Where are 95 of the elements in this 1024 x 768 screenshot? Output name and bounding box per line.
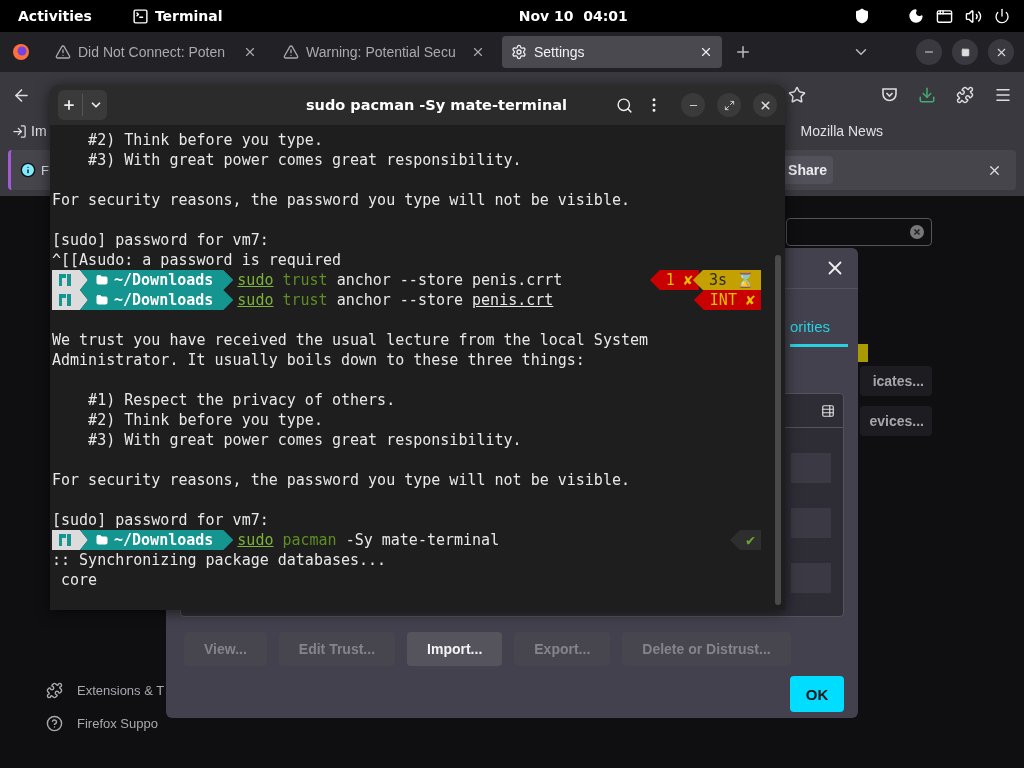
share-button[interactable]: Share (782, 156, 833, 184)
extensions-icon[interactable] (956, 86, 974, 104)
terminal-line: Administrator. It usually boils down to these three things: (52, 350, 586, 370)
new-tab-icon[interactable] (734, 43, 752, 61)
star-icon[interactable] (788, 86, 806, 104)
close-icon[interactable] (243, 45, 257, 59)
notification-text: F (41, 162, 49, 178)
scrollbar[interactable] (775, 255, 781, 605)
close-icon[interactable] (471, 45, 485, 59)
interrupt-segment: INT ✘ (693, 290, 761, 310)
browser-tab[interactable]: Warning: Potential Secu (274, 36, 494, 68)
menu-icon[interactable] (994, 86, 1012, 104)
app-menu[interactable]: Terminal (154, 8, 223, 24)
browser-tab[interactable]: Did Not Connect: Poten (46, 36, 266, 68)
minimize-button[interactable] (916, 39, 942, 65)
prompt-path: ~/Downloads (114, 290, 214, 310)
terminal-line: core (60, 570, 99, 590)
clear-icon[interactable] (909, 224, 925, 240)
terminal-line: #2) Think before you type. (87, 410, 324, 430)
command-keyword: sudo (237, 290, 274, 310)
terminal-line: We trust you have received the usual lecture from the local System (52, 330, 650, 350)
command-name: trust (282, 290, 328, 310)
terminal-line: #1) Respect the privacy of others. (87, 390, 397, 410)
bookmark[interactable]: Mozilla News (800, 123, 883, 139)
command-args: penis.crrt (472, 270, 563, 290)
distro-icon (59, 294, 71, 306)
command-args: anchor --store (336, 290, 464, 310)
terminal-line: For security reasons, the password you type will not be visible. (52, 190, 631, 210)
clock[interactable]: Nov 10 04:01 (448, 8, 628, 24)
download-icon[interactable] (918, 86, 936, 104)
command-name: trust (282, 270, 328, 290)
pocket-icon[interactable] (881, 87, 898, 103)
close-button[interactable] (988, 39, 1014, 65)
bookmark[interactable]: Im (12, 123, 47, 139)
terminal-line: ^[[Asudo: a password is required (52, 250, 342, 270)
distro-icon (59, 534, 71, 546)
activities-button[interactable]: Activities (18, 8, 92, 24)
close-icon[interactable] (699, 45, 713, 59)
success-segment: ✔ (729, 530, 761, 550)
sidebar-item[interactable]: Extensions & T (46, 682, 286, 699)
command-keyword: sudo (237, 530, 274, 550)
close-icon (758, 98, 772, 112)
window-title: sudo pacman -Sy mate-terminal (304, 97, 569, 113)
prompt-path: ~/Downloads (114, 270, 214, 290)
command-path: penis.crt (472, 290, 554, 310)
folder-icon (96, 534, 108, 546)
maximize-icon (723, 99, 735, 111)
terminal-line: [sudo] password for vm7: (52, 230, 270, 250)
moon-icon[interactable] (908, 8, 924, 24)
search-field[interactable] (786, 218, 932, 246)
warning-icon (55, 44, 71, 60)
help-icon (46, 715, 63, 732)
folder-icon (96, 294, 108, 306)
terminal-line: #3) With great power comes great responsibility. (87, 430, 523, 450)
sidebar-item[interactable]: Firefox Suppo (46, 715, 286, 732)
duration-segment: 3s ⌛ (692, 270, 761, 290)
plus-icon (62, 98, 76, 112)
import-icon (12, 123, 27, 139)
highlight-mark (858, 344, 868, 362)
power-icon[interactable] (994, 8, 1010, 24)
column-picker-icon[interactable] (821, 403, 835, 418)
shield-icon[interactable] (854, 8, 870, 24)
terminal-line: [sudo] password for vm7: (52, 510, 270, 530)
puzzle-icon (46, 682, 63, 699)
ok-button[interactable]: OK (790, 676, 844, 712)
terminal-line: #3) With great power comes great responsibility. (87, 150, 523, 170)
new-tab-button[interactable] (58, 90, 107, 120)
maximize-button[interactable] (717, 93, 741, 117)
warning-icon (283, 44, 299, 60)
window-icon[interactable] (936, 7, 953, 25)
folder-icon (96, 274, 108, 286)
browser-tab[interactable]: Settings (502, 36, 722, 68)
command-args: anchor --store (336, 270, 464, 290)
settings-icon (511, 44, 527, 60)
search-icon[interactable] (616, 96, 633, 114)
exit-code-segment: 1 ✘ (649, 270, 699, 290)
settings-button[interactable]: evices... (860, 406, 932, 436)
distro-icon (59, 274, 71, 286)
info-icon (20, 162, 36, 178)
dialog-button[interactable]: Import... (407, 632, 503, 666)
close-button[interactable] (753, 93, 777, 117)
command-args: -Sy mate-terminal (345, 530, 500, 550)
dialog-tab[interactable]: orities (790, 318, 848, 347)
terminal-line: #2) Think before you type. (87, 130, 324, 150)
command-name: pacman (282, 530, 337, 550)
maximize-button[interactable] (952, 39, 978, 65)
browser-logo[interactable] (12, 43, 30, 61)
prompt-path: ~/Downloads (114, 530, 214, 550)
terminal-line: :: Synchronizing package databases... (52, 550, 388, 570)
terminal-line: For security reasons, the password you type will not be visible. (52, 470, 631, 490)
maximize-icon (960, 47, 970, 57)
volume-icon[interactable] (965, 7, 982, 25)
command-keyword: sudo (237, 270, 274, 290)
settings-button[interactable]: icates... (860, 366, 932, 396)
terminal-icon (131, 7, 149, 25)
